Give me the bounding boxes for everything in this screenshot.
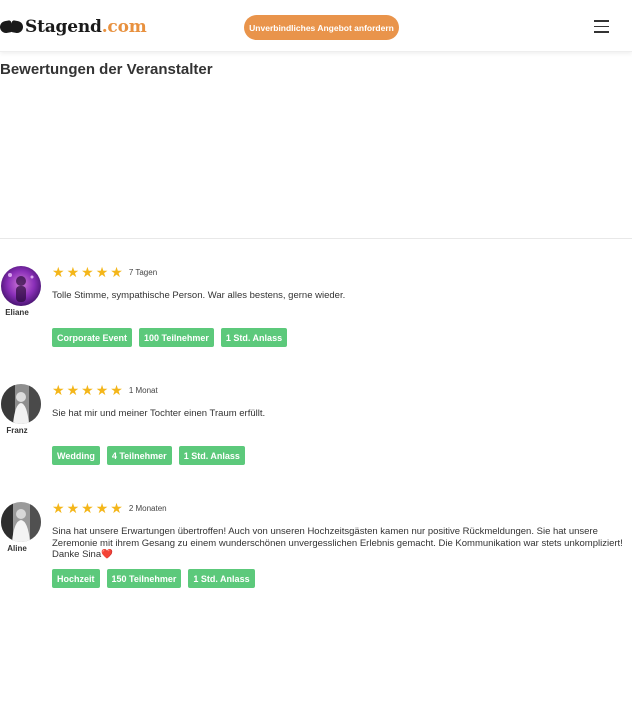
avatar <box>1 384 41 424</box>
event-type-tag: Hochzeit <box>52 569 100 588</box>
star-icon: ★ <box>81 264 94 280</box>
participants-tag: 4 Teilnehmer <box>106 446 172 465</box>
star-icon: ★ <box>52 382 65 398</box>
section-title: Bewertungen der Veranstalter <box>0 61 213 78</box>
star-icon: ★ <box>81 500 94 516</box>
star-icon: ★ <box>95 264 109 280</box>
review-tags: Corporate Event 100 Teilnehmer 1 Std. An… <box>52 328 294 347</box>
star-icon: ★ <box>110 264 123 280</box>
stagend-logo[interactable]: Stagend.com <box>0 16 147 38</box>
review-text: Sina hat unsere Erwartungen übertroffen!… <box>52 526 623 560</box>
section-divider <box>0 238 632 239</box>
participants-tag: 100 Teilnehmer <box>139 328 214 347</box>
duration-tag: 1 Std. Anlass <box>220 328 288 347</box>
review-text: Sie hat mir und meiner Tochter einen Tra… <box>52 408 266 419</box>
participants-tag: 150 Teilnehmer <box>106 569 182 588</box>
review-time: 2 Monaten <box>128 504 167 513</box>
logo-mask-icon <box>0 20 24 34</box>
star-rating: ★ ★ ★ ★ ★ 2 Monaten <box>52 500 167 516</box>
star-rating: ★ ★ ★ ★ ★ 1 Monat <box>52 382 158 398</box>
hamburger-menu-icon[interactable] <box>594 20 609 33</box>
review-time: 1 Monat <box>128 386 158 395</box>
star-icon: ★ <box>66 382 80 398</box>
event-type-tag: Corporate Event <box>52 328 133 347</box>
star-icon: ★ <box>110 382 123 398</box>
duration-tag: 1 Std. Anlass <box>188 569 255 588</box>
reviewer-name: Aline <box>7 544 27 553</box>
review-tags: Wedding 4 Teilnehmer 1 Std. Anlass <box>52 446 252 465</box>
star-icon: ★ <box>52 264 65 280</box>
star-icon: ★ <box>95 500 109 516</box>
avatar <box>1 502 41 542</box>
review-time: 7 Tagen <box>128 268 158 277</box>
avatar <box>1 266 41 306</box>
star-icon: ★ <box>66 500 80 516</box>
star-icon: ★ <box>110 500 123 516</box>
reviewer-name: Franz <box>6 426 28 435</box>
review-tags: Hochzeit 150 Teilnehmer 1 Std. Anlass <box>52 569 262 588</box>
star-icon: ★ <box>52 500 65 516</box>
logo-text: Stagend.com <box>25 17 147 37</box>
site-header: Stagend.com Unverbindliches Angebot anfo… <box>0 0 632 52</box>
review-text: Tolle Stimme, sympathische Person. War a… <box>52 290 346 301</box>
duration-tag: 1 Std. Anlass <box>178 446 245 465</box>
star-icon: ★ <box>95 382 109 398</box>
reviewer-name: Eliane <box>5 308 29 317</box>
event-type-tag: Wedding <box>52 446 100 465</box>
request-offer-button[interactable]: Unverbindliches Angebot anfordern <box>244 15 399 40</box>
star-icon: ★ <box>66 264 80 280</box>
star-rating: ★ ★ ★ ★ ★ 7 Tagen <box>52 264 158 280</box>
star-icon: ★ <box>81 382 94 398</box>
